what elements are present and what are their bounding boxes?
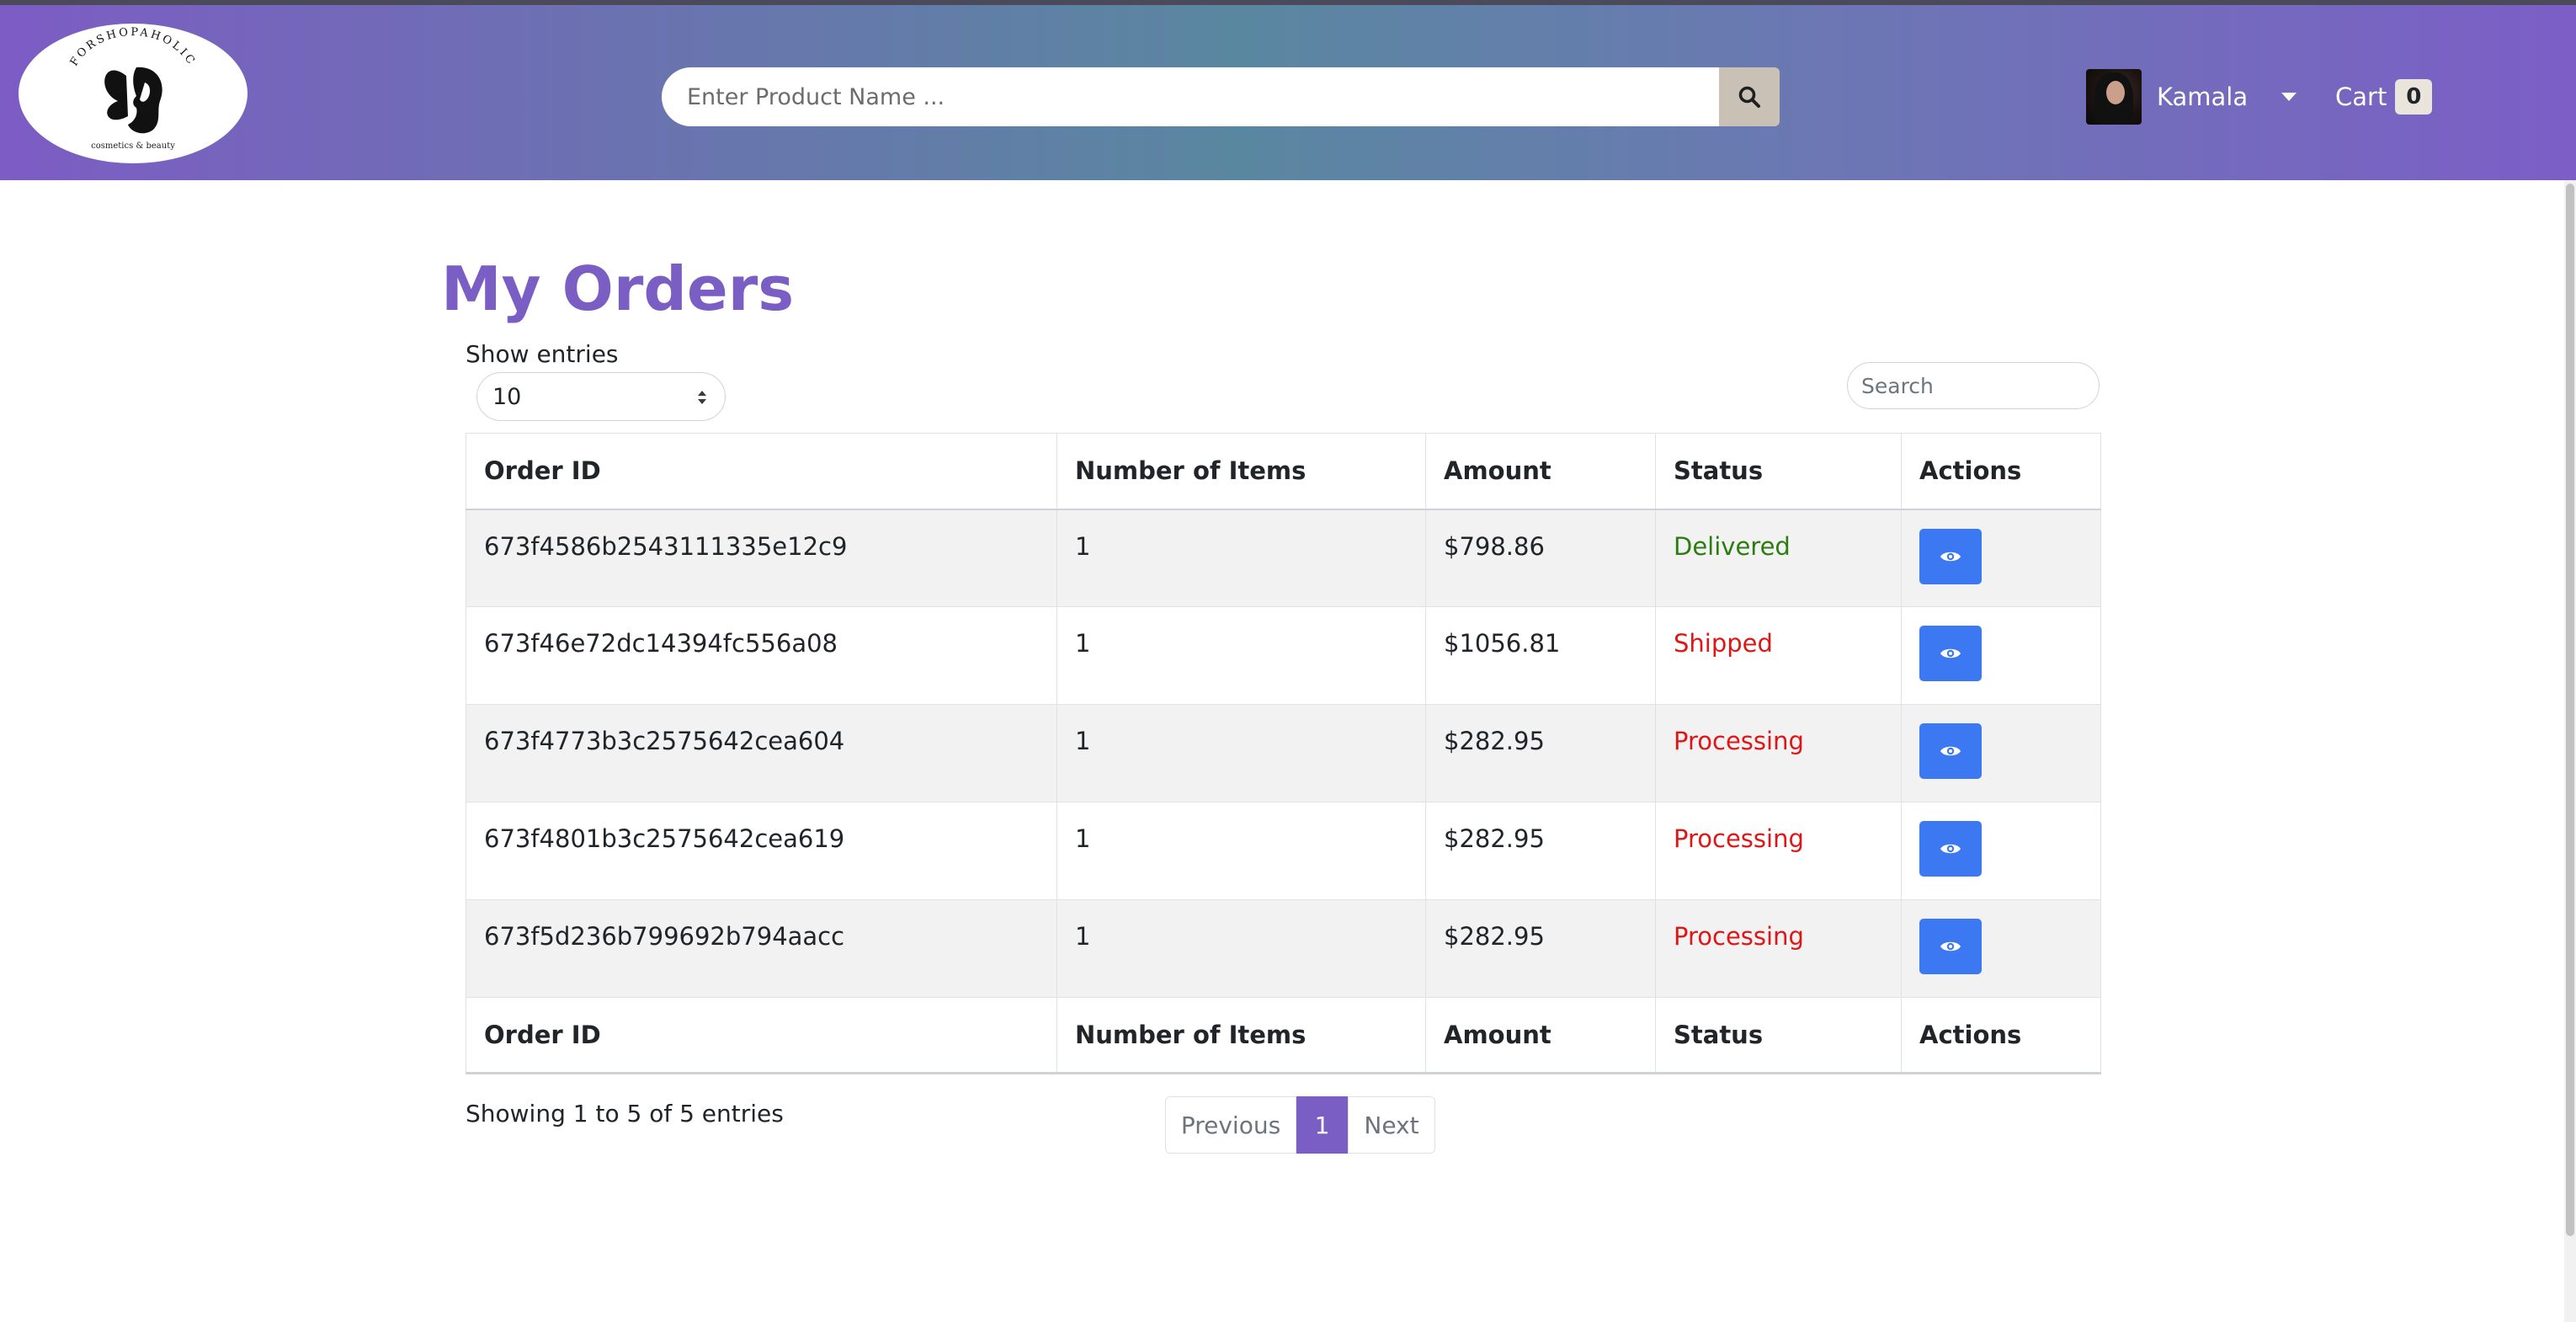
status-cell: Delivered — [1655, 509, 1902, 607]
caret-down-icon[interactable] — [2281, 93, 2297, 101]
amount-cell: $1056.81 — [1425, 606, 1656, 705]
entries-select-value: 10 — [492, 383, 522, 410]
cart-label: Cart — [2335, 83, 2387, 111]
pagination: Previous 1 Next — [1165, 1096, 1435, 1154]
show-entries-label: Show entries — [466, 340, 619, 368]
actions-cell — [1901, 606, 2101, 705]
column-header-items[interactable]: Number of Items — [1056, 433, 1426, 510]
amount-cell: $798.86 — [1425, 509, 1656, 607]
entries-per-page-select[interactable]: 10 — [476, 372, 726, 421]
logo-tagline: cosmetics & beauty — [91, 141, 175, 151]
table-row: 673f4773b3c2575642cea604 1 $282.95 Proce… — [466, 704, 2101, 802]
order-id-cell: 673f46e72dc14394fc556a08 — [466, 606, 1057, 705]
table-row: 673f4586b2543111335e12c9 1 $798.86 Deliv… — [466, 509, 2101, 607]
column-footer-actions: Actions — [1901, 997, 2101, 1074]
actions-cell — [1901, 704, 2101, 802]
table-info: Showing 1 to 5 of 5 entries — [466, 1100, 784, 1127]
column-footer-order-id: Order ID — [466, 997, 1057, 1074]
pagination-previous[interactable]: Previous — [1165, 1096, 1296, 1154]
eye-icon — [1940, 552, 1961, 561]
column-header-amount[interactable]: Amount — [1425, 433, 1656, 510]
user-name: Kamala — [2157, 83, 2249, 111]
actions-cell — [1901, 899, 2101, 998]
table-footer-row: Order ID Number of Items Amount Status A… — [466, 997, 2101, 1074]
pagination-next[interactable]: Next — [1348, 1096, 1435, 1154]
logo-brand-text: FORSHOPAHOLIC — [68, 26, 196, 68]
table-header-row: Order ID Number of Items Amount Status A… — [466, 433, 2101, 510]
items-cell: 1 — [1056, 704, 1426, 802]
view-order-button[interactable] — [1919, 821, 1982, 877]
svg-text:FORSHOPAHOLIC: FORSHOPAHOLIC — [68, 26, 199, 68]
orders-table: Order ID Number of Items Amount Status A… — [466, 433, 2101, 1074]
page-title: My Orders — [441, 253, 795, 324]
column-header-order-id[interactable]: Order ID — [466, 433, 1057, 510]
status-cell: Shipped — [1655, 606, 1902, 705]
table-row: 673f46e72dc14394fc556a08 1 $1056.81 Ship… — [466, 606, 2101, 705]
actions-cell — [1901, 802, 2101, 900]
status-cell: Processing — [1655, 704, 1902, 802]
order-id-cell: 673f4586b2543111335e12c9 — [466, 509, 1057, 607]
page-scrollbar[interactable] — [2564, 180, 2576, 1322]
items-cell: 1 — [1056, 606, 1426, 705]
view-order-button[interactable] — [1919, 723, 1982, 779]
column-header-actions[interactable]: Actions — [1901, 433, 2101, 510]
table-row: 673f5d236b799692b794aacc 1 $282.95 Proce… — [466, 899, 2101, 998]
table-row: 673f4801b3c2575642cea619 1 $282.95 Proce… — [466, 802, 2101, 900]
order-id-cell: 673f4801b3c2575642cea619 — [466, 802, 1057, 900]
items-cell: 1 — [1056, 802, 1426, 900]
order-id-cell: 673f4773b3c2575642cea604 — [466, 704, 1057, 802]
column-footer-items: Number of Items — [1056, 997, 1426, 1074]
scrollbar-thumb[interactable] — [2566, 184, 2574, 1236]
search-button[interactable] — [1719, 67, 1780, 126]
cart-count-badge: 0 — [2395, 79, 2433, 115]
eye-icon — [1940, 746, 1961, 756]
column-footer-amount: Amount — [1425, 997, 1656, 1074]
avatar — [2086, 69, 2142, 125]
amount-cell: $282.95 — [1425, 802, 1656, 900]
eye-icon — [1940, 648, 1961, 658]
eye-icon — [1940, 844, 1961, 854]
product-search-input[interactable] — [662, 67, 1719, 126]
amount-cell: $282.95 — [1425, 899, 1656, 998]
user-menu[interactable]: Kamala — [2086, 69, 2297, 125]
eye-icon — [1940, 941, 1961, 952]
view-order-button[interactable] — [1919, 528, 1982, 584]
status-cell: Processing — [1655, 802, 1902, 900]
column-header-status[interactable]: Status — [1655, 433, 1902, 510]
search-icon — [1738, 86, 1760, 108]
view-order-button[interactable] — [1919, 919, 1982, 974]
items-cell: 1 — [1056, 899, 1426, 998]
brand-logo[interactable]: FORSHOPAHOLIC cosmetics & beauty — [19, 24, 247, 163]
amount-cell: $282.95 — [1425, 704, 1656, 802]
column-footer-status: Status — [1655, 997, 1902, 1074]
status-cell: Processing — [1655, 899, 1902, 998]
view-order-button[interactable] — [1919, 626, 1982, 681]
site-header: FORSHOPAHOLIC cosmetics & beauty Kamala … — [0, 5, 2576, 180]
pagination-page-current[interactable]: 1 — [1296, 1096, 1348, 1154]
order-id-cell: 673f5d236b799692b794aacc — [466, 899, 1057, 998]
product-search — [662, 67, 1780, 126]
cart-link[interactable]: Cart 0 — [2335, 74, 2433, 120]
actions-cell — [1901, 509, 2101, 607]
table-search-input[interactable] — [1847, 362, 2100, 409]
select-arrows-icon — [698, 391, 706, 404]
items-cell: 1 — [1056, 509, 1426, 607]
